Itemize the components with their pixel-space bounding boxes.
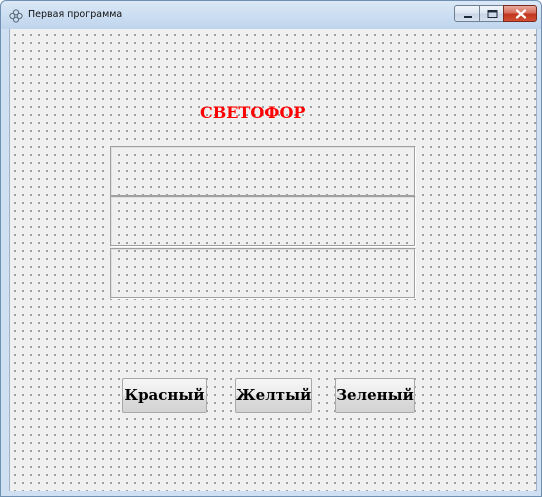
minimize-button[interactable] <box>454 5 480 22</box>
light-panel-yellow <box>110 196 416 247</box>
minimize-icon <box>464 16 472 18</box>
form-design-surface: СВЕТОФОР Красный Желтый Зеленый <box>9 29 537 491</box>
application-window: Первая программа СВЕТОФОР Красный Желтый… <box>0 0 542 497</box>
close-icon <box>515 9 527 19</box>
yellow-button[interactable]: Желтый <box>235 378 312 413</box>
light-panel-red <box>110 146 416 197</box>
light-panel-green <box>110 248 416 299</box>
close-button[interactable] <box>503 5 537 22</box>
green-button[interactable]: Зеленый <box>335 378 415 413</box>
red-button[interactable]: Красный <box>122 378 207 413</box>
window-title: Первая программа <box>28 9 123 20</box>
title-bar[interactable]: Первая программа <box>1 1 541 29</box>
maximize-icon <box>487 10 498 18</box>
app-flower-icon <box>8 8 24 24</box>
traffic-light-heading: СВЕТОФОР <box>200 103 306 122</box>
maximize-button[interactable] <box>479 5 504 22</box>
